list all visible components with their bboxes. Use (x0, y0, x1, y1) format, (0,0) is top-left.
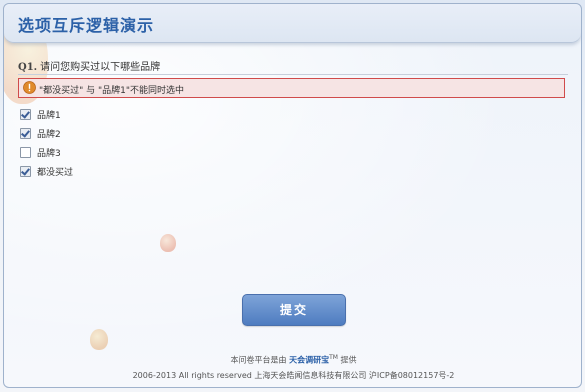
survey-window: 选项互斥逻辑演示 Q1. 请问您购买过以下哪些品牌 "都没买过" 与 "品牌1"不… (3, 3, 582, 388)
footer-suffix: 提供 (340, 355, 357, 365)
title-bar: 选项互斥逻辑演示 (4, 4, 581, 43)
balloon-decoration (160, 234, 176, 252)
submit-button[interactable]: 提交 (242, 294, 346, 326)
alert-message: "都没买过" 与 "品牌1"不能同时选中 (39, 86, 185, 96)
checkbox[interactable] (20, 147, 31, 158)
footer-brand-link[interactable]: 天会调研宝 (289, 356, 329, 365)
checkbox[interactable] (20, 128, 31, 139)
question-label: 请问您购买过以下哪些品牌 (40, 62, 161, 73)
option-label: 品牌1 (37, 111, 61, 121)
divider (18, 74, 568, 75)
footer-prefix: 本问卷平台是由 (230, 355, 287, 365)
option-label: 都没买过 (37, 168, 74, 178)
footer-credit: 本问卷平台是由 天会调研宝TM 提供 (4, 354, 581, 366)
option-label: 品牌2 (37, 130, 61, 140)
question-number: Q1. (18, 62, 38, 73)
balloon-decoration (90, 329, 108, 350)
warning-icon (23, 81, 36, 94)
error-alert: "都没买过" 与 "品牌1"不能同时选中 (18, 78, 565, 98)
trademark: TM (329, 354, 338, 361)
question-text: Q1. 请问您购买过以下哪些品牌 (18, 58, 160, 73)
footer-copyright: 2006-2013 All rights reserved 上海天会皓闻信息科技… (132, 371, 455, 380)
checkbox[interactable] (20, 166, 31, 177)
checkbox[interactable] (20, 109, 31, 120)
page-title: 选项互斥逻辑演示 (18, 16, 155, 35)
option-label: 品牌3 (37, 149, 61, 159)
